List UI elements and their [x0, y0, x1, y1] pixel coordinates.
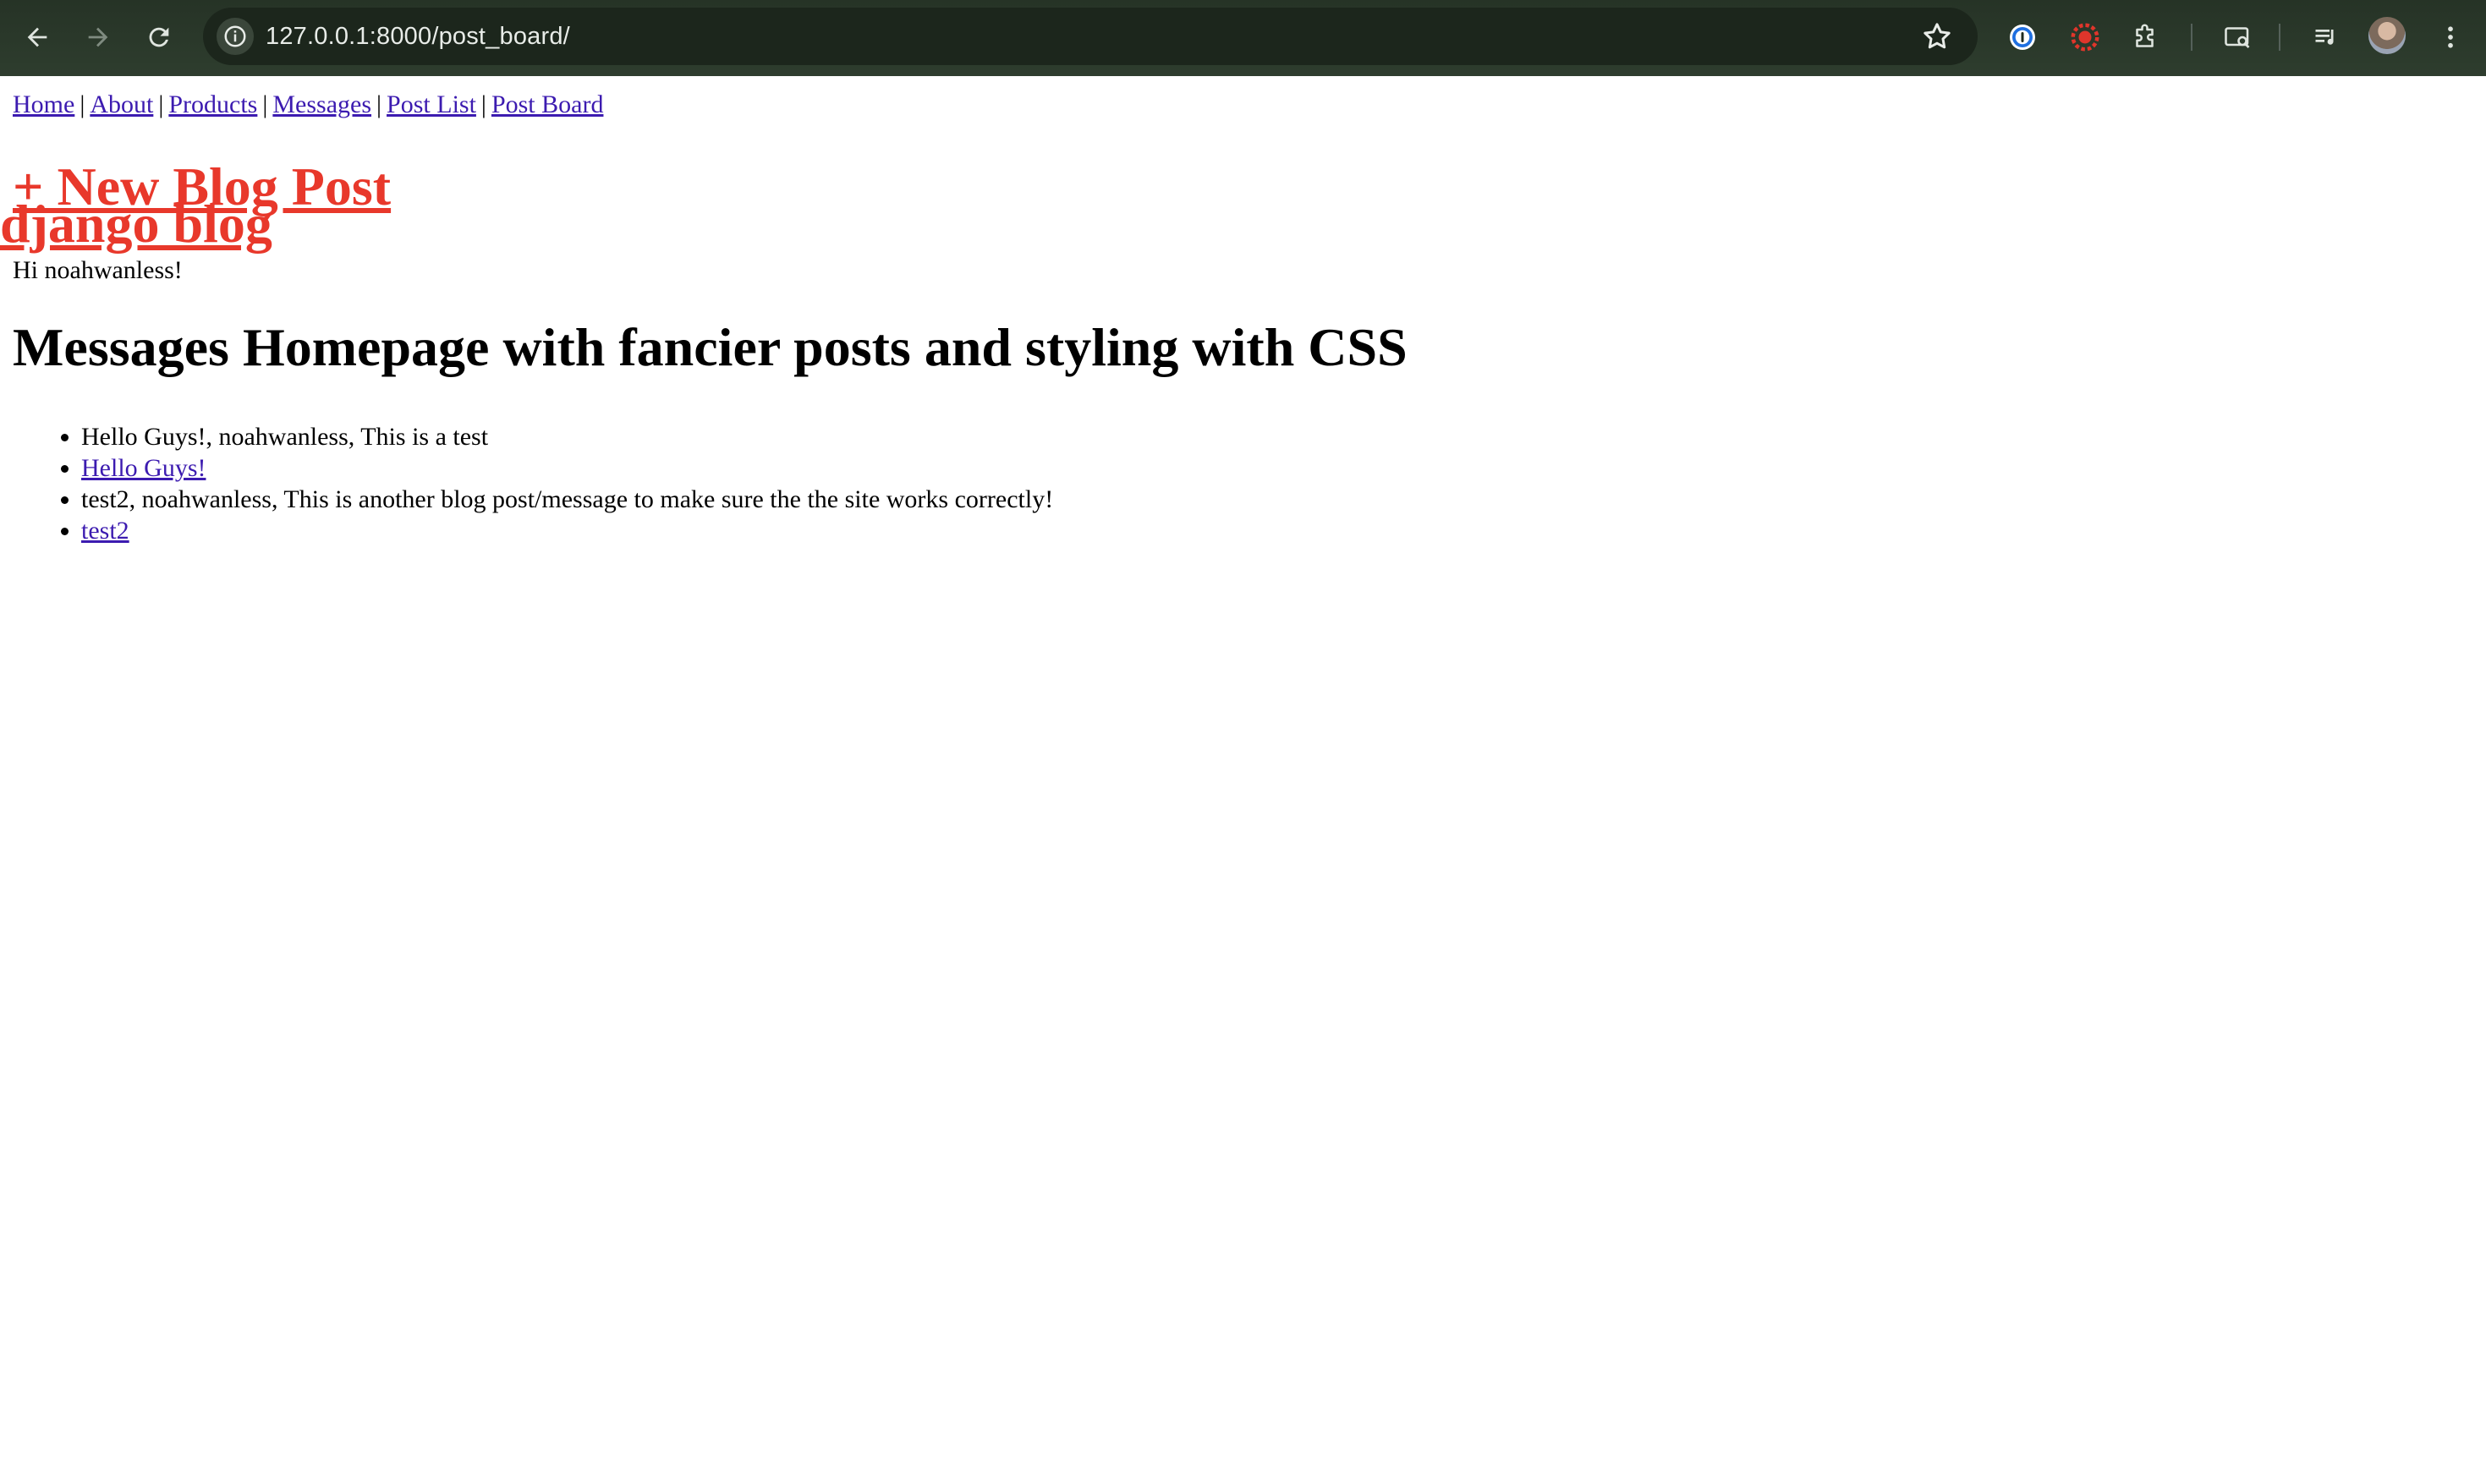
url-text[interactable]: 127.0.0.1:8000/post_board/ — [266, 8, 570, 65]
avatar[interactable] — [2368, 17, 2406, 54]
posts-list: Hello Guys!, noahwanless, This is a test… — [0, 421, 1053, 546]
arrow-right-icon — [88, 27, 108, 47]
nav-separator: | — [80, 90, 85, 118]
reload-button[interactable] — [137, 15, 181, 59]
forward-button[interactable] — [76, 15, 120, 59]
1password-icon — [2010, 25, 2035, 50]
post-summary: test2, noahwanless, This is another blog… — [81, 484, 1053, 515]
post-link[interactable]: Hello Guys! — [81, 454, 206, 482]
page-content: Home | About | Products | Messages | Post List | P… — [0, 76, 2486, 1484]
cast-button[interactable] — [2216, 16, 2258, 58]
media-controls-button[interactable] — [2306, 16, 2348, 58]
address-bar[interactable]: 127.0.0.1:8000/post_board/ — [203, 8, 1978, 65]
toolbar-separator — [2279, 24, 2280, 51]
kebab-menu-icon — [2448, 26, 2453, 48]
nav-link-products[interactable]: Products — [168, 90, 257, 118]
site-info-button[interactable] — [217, 18, 254, 55]
nav-separator: | — [158, 90, 164, 118]
toolbar-separator — [2191, 24, 2192, 51]
browser-menu-button[interactable] — [2429, 16, 2472, 58]
post-summary: Hello Guys!, noahwanless, This is a test — [81, 421, 1053, 452]
nav-link-home[interactable]: Home — [13, 90, 74, 118]
red-extension-button[interactable] — [2064, 16, 2106, 58]
list-item: test2 — [81, 515, 1053, 546]
media-controls-icon — [2315, 30, 2334, 45]
info-icon — [224, 25, 246, 47]
cast-icon — [2225, 27, 2250, 48]
reload-icon — [149, 27, 169, 47]
nav-separator: | — [480, 90, 486, 118]
nav-link-post-list[interactable]: Post List — [387, 90, 476, 118]
top-navigation: Home | About | Products | Messages | Post List | P… — [13, 88, 603, 122]
page-title: Messages Homepage with fancier posts and… — [13, 317, 1408, 377]
post-link[interactable]: test2 — [81, 517, 129, 545]
red-extension-icon — [2071, 23, 2099, 52]
password-manager-button[interactable] — [2001, 16, 2044, 58]
extensions-button[interactable] — [2125, 16, 2167, 58]
nav-separator: | — [376, 90, 382, 118]
puzzle-icon — [2136, 24, 2154, 47]
nav-link-post-board[interactable]: Post Board — [491, 90, 604, 118]
star-icon[interactable] — [1920, 19, 1954, 53]
list-item: Hello Guys! — [81, 452, 1053, 484]
nav-separator: | — [262, 90, 268, 118]
user-greeting: Hi noahwanless! — [13, 256, 183, 284]
blog-title-link[interactable]: django blog — [0, 194, 272, 254]
arrow-left-icon — [27, 27, 47, 47]
nav-link-about[interactable]: About — [90, 90, 153, 118]
browser-toolbar: 127.0.0.1:8000/post_board/ — [0, 0, 2486, 76]
nav-link-messages[interactable]: Messages — [272, 90, 371, 118]
back-button[interactable] — [15, 15, 59, 59]
